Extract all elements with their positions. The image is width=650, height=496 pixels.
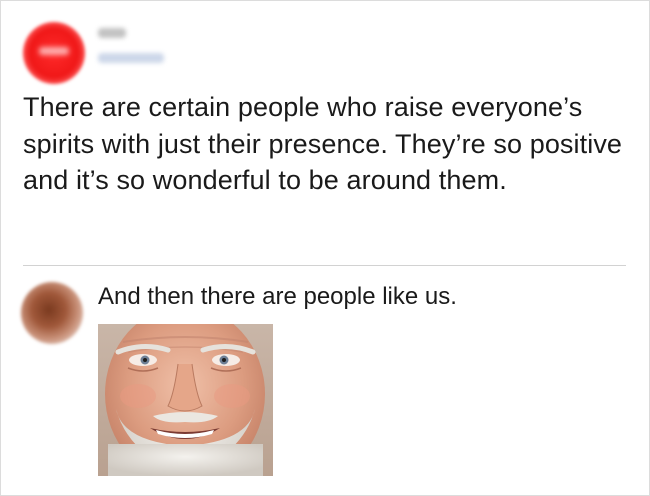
avatar-redacted-text xyxy=(39,47,69,55)
reply-body: And then there are people like us. xyxy=(98,283,457,310)
author-name-redacted[interactable] xyxy=(98,28,126,38)
post-body: There are certain people who raise every… xyxy=(23,92,623,195)
author-avatar[interactable] xyxy=(23,22,85,84)
author-handle-redacted[interactable] xyxy=(98,53,164,63)
post-card: There are certain people who raise every… xyxy=(0,0,650,496)
meme-photo[interactable] xyxy=(98,324,273,476)
divider xyxy=(23,265,626,266)
reply-avatar[interactable] xyxy=(21,282,83,344)
